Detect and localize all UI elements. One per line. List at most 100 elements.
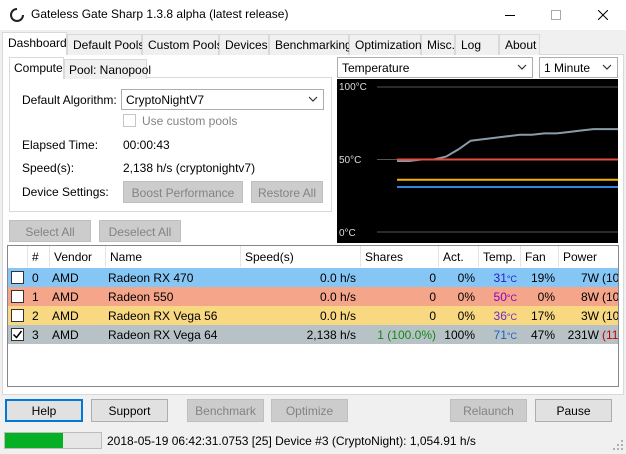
device-power: 8W [581,290,599,304]
tab-dashboard[interactable]: Dashboard [2,32,67,55]
device-temperature-unit: °C [506,312,517,322]
device-vendor: AMD [52,271,79,285]
table-row[interactable]: 2 AMD Radeon RX Vega 56 0.0 h/s 0 0% 17% 3W 36°C… [8,306,619,325]
tab-devices[interactable]: Devices [219,34,269,55]
tab-custom-pools[interactable]: Custom Pools [142,34,223,55]
tab-misc[interactable]: Misc. [421,34,455,55]
table-row[interactable]: 0 AMD Radeon RX 470 0.0 h/s 0 0% 19% 7W 31°C (10 [8,268,619,287]
table-row[interactable]: 3 AMD Radeon RX Vega 64 2,138 h/s 1 (100.0%)… [8,325,618,344]
device-shares: 0 [429,309,436,323]
device-temperature-unit: °C [506,274,517,284]
optimize-button[interactable]: Optimize [271,399,348,422]
device-fan: 0% [537,290,555,304]
chart-interval-select[interactable]: 1 Minute [539,57,618,78]
tab-about[interactable]: About [499,34,540,55]
device-power: 3W [581,309,599,323]
help-button[interactable]: Help [5,399,83,422]
device-activity: 0% [457,309,475,323]
y-tick-label: 100°C [339,82,367,93]
tab-optimization[interactable]: Optimization [349,34,422,55]
status-text: 2018-05-19 06:42:31.0753 [25] Device #3 … [107,434,476,448]
column-header-checkbox[interactable] [8,246,28,267]
column-header-vendor[interactable]: Vendor [50,246,106,267]
boost-performance-button[interactable]: Boost Performance [123,181,243,203]
deselect-all-button[interactable]: Deselect All [99,220,181,242]
device-temperature-value: 50 [493,290,507,304]
device-power: 231W [567,328,599,342]
chart-metric-value: Temperature [342,61,410,75]
use-custom-pools-label: Use custom pools [142,114,238,128]
chevron-down-icon [602,61,612,75]
use-custom-pools-checkbox[interactable] [123,114,136,127]
device-checkbox[interactable] [11,309,24,322]
device-name: Radeon RX Vega 56 [108,309,218,323]
tab-default-pools[interactable]: Default Pools [67,34,144,55]
device-vendor: AMD [52,328,79,342]
close-icon[interactable] [580,0,626,30]
column-header-shares[interactable]: Shares [361,246,439,267]
speed-label: Speed(s): [22,161,75,175]
y-tick-label: 0°C [339,228,356,239]
checkmark-icon [12,330,23,339]
column-header-num[interactable]: # [28,246,50,267]
device-temperature-value: 71 [493,328,507,342]
default-algorithm-value: CryptoNightV7 [126,93,205,107]
tab-log[interactable]: Log [455,34,499,55]
column-header-name[interactable]: Name [106,246,241,267]
speed-value: 2,138 h/s (cryptonightv7) [123,161,256,175]
device-shares: 1 (100.0%) [377,328,436,342]
device-number: 2 [32,309,39,323]
device-power-extra: (10 [602,309,619,323]
benchmark-button[interactable]: Benchmark [187,399,264,422]
device-shares: 0 [429,290,436,304]
series-line [397,128,618,162]
device-power-extra: (10 [602,271,619,285]
device-activity: 0% [457,271,475,285]
device-checkbox[interactable] [11,271,24,284]
device-temperature-value: 36 [493,309,507,323]
elapsed-time-label: Elapsed Time: [22,138,99,152]
device-temperature-value: 31 [493,271,507,285]
restore-all-button[interactable]: Restore All [251,181,323,203]
device-activity: 100% [444,328,475,342]
column-header-speed[interactable]: Speed(s) [241,246,361,267]
minimize-icon[interactable] [487,0,533,30]
relaunch-button[interactable]: Relaunch [450,399,527,422]
device-temperature: 71°C [479,328,517,342]
device-number: 1 [32,290,39,304]
default-algorithm-label: Default Algorithm: [22,93,117,107]
select-all-button[interactable]: Select All [9,220,91,242]
title-bar: Gateless Gate Sharp 1.3.8 alpha (latest … [0,0,626,30]
device-name: Radeon RX 470 [108,271,194,285]
default-algorithm-select[interactable]: CryptoNightV7 [121,89,324,110]
device-temperature: 36°C [479,309,517,323]
tab-pool-nanopool[interactable]: Pool: Nanopool [64,59,151,79]
column-header-power[interactable]: Power [559,246,618,267]
pause-button[interactable]: Pause [535,399,612,422]
device-checkbox[interactable] [11,290,24,303]
main-tabstrip: Dashboard Default Pools Custom Pools Dev… [2,32,624,55]
device-table: # Vendor Name Speed(s) Shares Act. Temp.… [7,245,619,387]
device-power: 7W [581,271,599,285]
device-temperature: 50°C [479,290,517,304]
support-button[interactable]: Support [91,399,168,422]
device-fan: 47% [530,328,555,342]
tab-benchmarking[interactable]: Benchmarking [269,34,352,55]
device-checkbox[interactable] [11,328,24,341]
column-header-act[interactable]: Act. [439,246,479,267]
chart-metric-select[interactable]: Temperature [337,57,533,78]
device-temperature-unit: °C [506,293,517,303]
device-settings-label: Device Settings: [22,185,109,199]
chart-svg: 100°C 50°C 0°C [339,82,618,239]
resize-grip-icon[interactable] [613,440,624,451]
device-name: Radeon 550 [108,290,174,304]
tab-compute[interactable]: Compute [9,57,64,79]
device-vendor: AMD [52,290,79,304]
column-header-temp[interactable]: Temp. [479,246,521,267]
column-header-fan[interactable]: Fan [521,246,559,267]
maximize-icon[interactable] [533,0,579,30]
device-fan: 19% [530,271,555,285]
device-number: 0 [32,271,39,285]
device-power-extra: (10 [602,290,619,304]
table-row[interactable]: 1 AMD Radeon 550 0.0 h/s 0 0% 0% 8W 50°C (10 [8,287,619,306]
